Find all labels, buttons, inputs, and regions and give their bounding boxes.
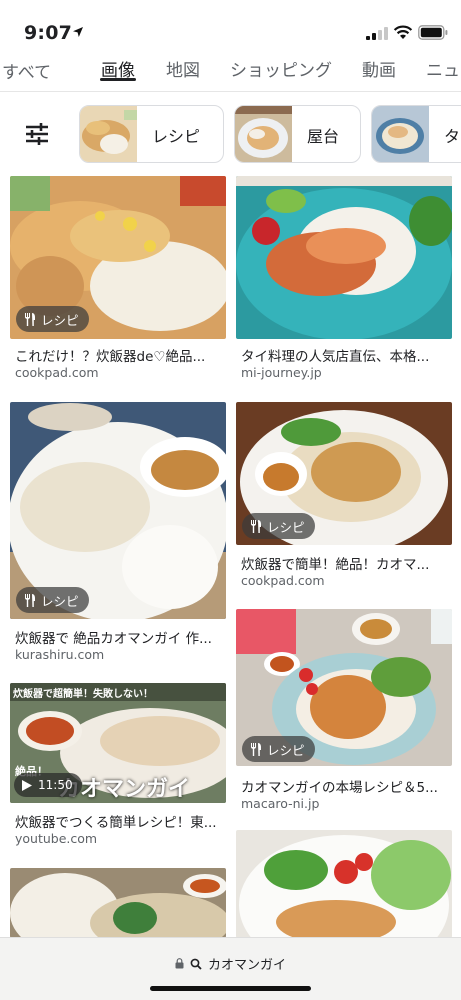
chip-stall-thumbnail	[235, 106, 292, 162]
result-3-domain: kurashiru.com	[15, 647, 105, 662]
location-arrow-icon	[73, 27, 83, 37]
image-result-2[interactable]: タイ料理の人気店直伝、本格... mi-journey.jp	[236, 176, 452, 381]
result-4-title[interactable]: 炊飯器で簡単！絶品！カオマ...	[241, 553, 451, 573]
fork-knife-icon	[25, 312, 35, 326]
address-bar-url[interactable]: カオマンガイ	[0, 954, 461, 973]
result-2-image	[236, 176, 452, 339]
fork-knife-icon	[25, 593, 35, 607]
badge-label: レシピ	[41, 312, 79, 328]
image-result-1[interactable]: レシピ これだけ！？炊飯器de♡絶品... cookpad.com	[10, 176, 226, 381]
result-4-domain: cookpad.com	[241, 573, 325, 588]
image-result-6[interactable]: レシピ カオマンガイの本場レシピ＆5... macaro-ni.jp	[236, 609, 452, 811]
search-icon	[190, 958, 202, 970]
tab-all[interactable]: すべて	[2, 58, 51, 83]
browser-address-bar[interactable]: カオマンガイ	[0, 937, 461, 1000]
chip-recipe-label: レシピ	[152, 127, 201, 146]
play-icon	[22, 779, 32, 791]
video-duration-badge: 11:50	[14, 773, 82, 797]
tab-maps[interactable]: 地図	[166, 56, 200, 81]
image-result-4[interactable]: レシピ 炊飯器で簡単！絶品！カオマ... cookpad.com	[236, 402, 452, 592]
status-bar: 9:07	[0, 0, 461, 58]
result-2-domain: mi-journey.jp	[241, 365, 322, 380]
chip-recipe[interactable]: レシピ	[79, 105, 224, 163]
tab-shopping[interactable]: ショッピング	[230, 56, 332, 81]
fork-knife-icon	[251, 519, 261, 533]
fork-knife-icon	[251, 742, 261, 756]
address-bar-query: カオマンガイ	[207, 958, 286, 973]
home-indicator[interactable]	[150, 986, 311, 991]
image-result-7[interactable]	[10, 868, 226, 938]
filter-chips: レシピ 屋台 タ	[0, 105, 461, 165]
result-1-domain: cookpad.com	[15, 365, 99, 380]
chip-street-stall[interactable]: 屋台	[234, 105, 361, 163]
filter-sliders-icon[interactable]	[24, 122, 50, 146]
recipe-badge: レシピ	[16, 306, 89, 332]
result-5-title[interactable]: 炊飯器でつくる簡単レシピ！東...	[15, 811, 225, 831]
result-5-image: 炊飯器で超簡単！失敗しない！ 絶品！ カオマンガイ 11:50	[10, 683, 226, 803]
chip-thai-thumbnail	[372, 106, 429, 162]
result-2-title[interactable]: タイ料理の人気店直伝、本格...	[241, 345, 451, 365]
result-6-domain: macaro-ni.jp	[241, 796, 320, 811]
search-tabs: すべて 画像 地図 ショッピング 動画 ニュ	[0, 52, 461, 92]
result-7-image	[10, 868, 226, 938]
battery-icon	[418, 25, 448, 40]
badge-label: レシピ	[267, 519, 305, 535]
wifi-icon	[393, 25, 413, 39]
cellular-signal-icon	[366, 27, 388, 40]
result-3-title[interactable]: 炊飯器で 絶品カオマンガイ 作...	[15, 627, 225, 647]
result-5-domain: youtube.com	[15, 831, 98, 846]
result-8-image	[236, 830, 452, 938]
chip-thai-label: タ	[444, 127, 461, 146]
lock-icon	[175, 958, 184, 969]
clock: 9:07	[24, 22, 73, 44]
tab-videos[interactable]: 動画	[362, 56, 396, 81]
image-result-8[interactable]	[236, 830, 452, 938]
tab-news[interactable]: ニュ	[426, 56, 460, 81]
video-overlay-top-text: 炊飯器で超簡単！失敗しない！	[13, 689, 153, 700]
recipe-badge: レシピ	[242, 513, 315, 539]
badge-label: レシピ	[267, 742, 305, 758]
chip-stall-label: 屋台	[307, 127, 340, 146]
active-tab-indicator	[100, 78, 136, 81]
recipe-badge: レシピ	[16, 587, 89, 613]
badge-label: レシピ	[41, 593, 79, 609]
result-6-title[interactable]: カオマンガイの本場レシピ＆5...	[241, 776, 451, 796]
recipe-badge: レシピ	[242, 736, 315, 762]
result-1-title[interactable]: これだけ！？炊飯器de♡絶品...	[15, 345, 225, 365]
chip-thai[interactable]: タ	[371, 105, 461, 163]
video-duration: 11:50	[38, 778, 73, 792]
image-result-3[interactable]: レシピ 炊飯器で 絶品カオマンガイ 作... kurashiru.com	[10, 402, 226, 662]
chip-recipe-thumbnail	[80, 106, 137, 162]
image-result-5[interactable]: 炊飯器で超簡単！失敗しない！ 絶品！ カオマンガイ 11:50 炊飯器でつくる簡…	[10, 683, 226, 848]
